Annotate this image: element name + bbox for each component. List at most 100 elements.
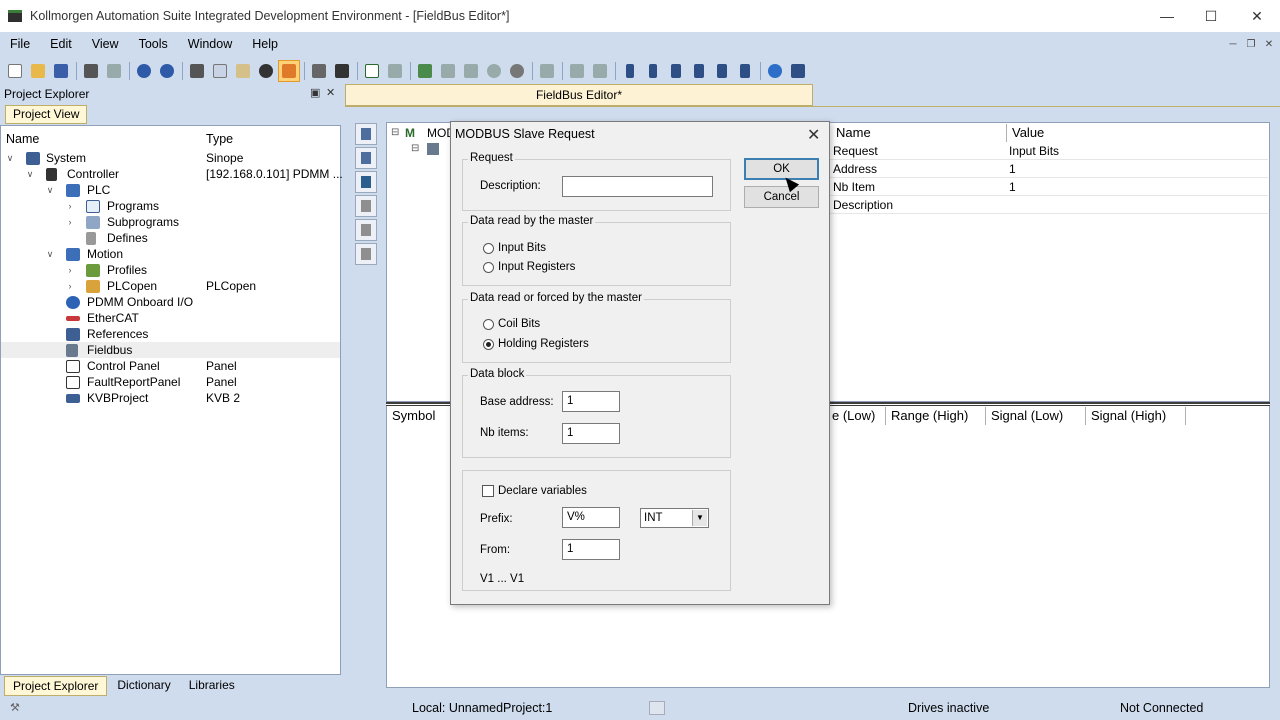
- compile-icon[interactable]: [384, 60, 406, 82]
- step-forward-icon[interactable]: [665, 60, 687, 82]
- tree-expand-icon[interactable]: ⊟: [391, 127, 399, 138]
- cut-icon[interactable]: [186, 60, 208, 82]
- tree-item-plc[interactable]: ∨ PLC: [1, 182, 340, 198]
- list-icon[interactable]: [355, 171, 377, 193]
- undo-icon[interactable]: [133, 60, 155, 82]
- column-name[interactable]: Name: [6, 132, 39, 146]
- tree-item-references[interactable]: References: [1, 326, 340, 342]
- save-icon[interactable]: [50, 60, 72, 82]
- collapsed-chevron-icon[interactable]: ›: [65, 265, 75, 275]
- copy-icon[interactable]: [209, 60, 231, 82]
- tree-item-profiles[interactable]: › Profiles: [1, 262, 340, 278]
- column-signal-high[interactable]: Signal (High): [1086, 407, 1186, 425]
- property-value[interactable]: [1006, 196, 1268, 214]
- mdi-close-button[interactable]: ✕: [1261, 36, 1277, 52]
- add-request-icon[interactable]: [355, 123, 377, 145]
- play-icon[interactable]: [642, 60, 664, 82]
- tree-item-defines[interactable]: Defines: [1, 230, 340, 246]
- close-button[interactable]: ✕: [1234, 0, 1280, 32]
- column-range-high[interactable]: Range (High): [886, 407, 986, 425]
- input-bits-radio[interactable]: [483, 243, 494, 254]
- input-bits-label[interactable]: Input Bits: [498, 242, 546, 254]
- tree-item-kvbproject[interactable]: KVBProject KVB 2: [1, 390, 340, 406]
- description-input[interactable]: [562, 176, 713, 197]
- tree-item-ethercat[interactable]: EtherCAT: [1, 310, 340, 326]
- settings-icon[interactable]: [536, 60, 558, 82]
- collapsed-chevron-icon[interactable]: ›: [65, 281, 75, 291]
- print-preview-icon[interactable]: [103, 60, 125, 82]
- tab-libraries[interactable]: Libraries: [180, 676, 243, 696]
- property-value[interactable]: Input Bits: [1006, 142, 1268, 160]
- grid-icon[interactable]: [355, 219, 377, 241]
- mdi-minimize-button[interactable]: ─: [1225, 36, 1241, 52]
- base-address-input[interactable]: 1: [562, 391, 620, 412]
- collapsed-chevron-icon[interactable]: ›: [65, 201, 75, 211]
- holding-registers-label[interactable]: Holding Registers: [498, 338, 589, 350]
- project-icon[interactable]: [278, 60, 300, 82]
- mdi-restore-button[interactable]: ❐: [1243, 36, 1259, 52]
- terminal-icon[interactable]: [331, 60, 353, 82]
- tree-item-programs[interactable]: › Programs: [1, 198, 340, 214]
- menu-window[interactable]: Window: [178, 37, 242, 51]
- tree-item-controller[interactable]: ∨ Controller [192.168.0.101] PDMM ...: [1, 166, 343, 182]
- menu-tools[interactable]: Tools: [129, 37, 178, 51]
- property-value[interactable]: 1: [1006, 178, 1268, 196]
- connect-icon[interactable]: [414, 60, 436, 82]
- tools-icon[interactable]: [308, 60, 330, 82]
- table-icon[interactable]: [355, 243, 377, 265]
- help-icon[interactable]: [764, 60, 786, 82]
- dialog-close-icon[interactable]: ✕: [807, 125, 820, 145]
- pause-icon[interactable]: [619, 60, 641, 82]
- download-icon[interactable]: [460, 60, 482, 82]
- column-name[interactable]: Name: [831, 124, 1007, 142]
- stop-icon[interactable]: [506, 60, 528, 82]
- about-icon[interactable]: [787, 60, 809, 82]
- step-over-icon[interactable]: [711, 60, 733, 82]
- column-value[interactable]: Value: [1007, 124, 1269, 142]
- prefix-input[interactable]: V%: [562, 507, 620, 528]
- property-value[interactable]: 1: [1006, 160, 1268, 178]
- expanded-chevron-icon[interactable]: ∨: [25, 169, 35, 180]
- network-icon[interactable]: [355, 147, 377, 169]
- tree-item-system[interactable]: ∨ System Sinope: [1, 150, 340, 166]
- step-into-icon[interactable]: [688, 60, 710, 82]
- tree-item-motion[interactable]: ∨ Motion: [1, 246, 340, 262]
- tree-item-plcopen[interactable]: › PLCopen PLCopen: [1, 278, 340, 294]
- expanded-chevron-icon[interactable]: ∨: [5, 153, 15, 164]
- step-out-icon[interactable]: [734, 60, 756, 82]
- breakpoint-icon[interactable]: [566, 60, 588, 82]
- tree-item-control-panel[interactable]: Control Panel Panel: [1, 358, 340, 374]
- paste-icon[interactable]: [232, 60, 254, 82]
- from-input[interactable]: 1: [562, 539, 620, 560]
- tree-item-pdmm-onboard-io[interactable]: PDMM Onboard I/O: [1, 294, 340, 310]
- cancel-button[interactable]: Cancel: [744, 186, 819, 208]
- minimize-button[interactable]: —: [1144, 0, 1190, 32]
- tree-expand-icon[interactable]: ⊟: [411, 143, 419, 154]
- holding-registers-radio[interactable]: [483, 339, 494, 350]
- find-icon[interactable]: [255, 60, 277, 82]
- column-range-low[interactable]: e (Low): [827, 407, 886, 425]
- tab-project-explorer[interactable]: Project Explorer: [4, 676, 108, 696]
- tree-item-faultreportpanel[interactable]: FaultReportPanel Panel: [1, 374, 340, 390]
- ok-button[interactable]: OK: [744, 158, 819, 180]
- edit-icon[interactable]: [355, 195, 377, 217]
- print-icon[interactable]: [80, 60, 102, 82]
- project-view-tab[interactable]: Project View: [5, 105, 88, 124]
- column-signal-low[interactable]: Signal (Low): [986, 407, 1086, 425]
- menu-help[interactable]: Help: [242, 37, 288, 51]
- disconnect-icon[interactable]: [437, 60, 459, 82]
- tree-item-fieldbus[interactable]: Fieldbus: [1, 342, 340, 358]
- expanded-chevron-icon[interactable]: ∨: [45, 249, 55, 260]
- maximize-button[interactable]: ☐: [1188, 0, 1234, 32]
- declare-variables-checkbox[interactable]: [482, 485, 494, 497]
- collapsed-chevron-icon[interactable]: ›: [65, 217, 75, 227]
- fieldbus-editor-tab[interactable]: FieldBus Editor*: [345, 84, 813, 106]
- menu-view[interactable]: View: [82, 37, 129, 51]
- new-file-icon[interactable]: [4, 60, 26, 82]
- check-icon[interactable]: [361, 60, 383, 82]
- nb-items-input[interactable]: 1: [562, 423, 620, 444]
- tab-dictionary[interactable]: Dictionary: [109, 676, 179, 696]
- coil-bits-label[interactable]: Coil Bits: [498, 318, 540, 330]
- open-folder-icon[interactable]: [27, 60, 49, 82]
- declare-variables-label[interactable]: Declare variables: [498, 485, 587, 497]
